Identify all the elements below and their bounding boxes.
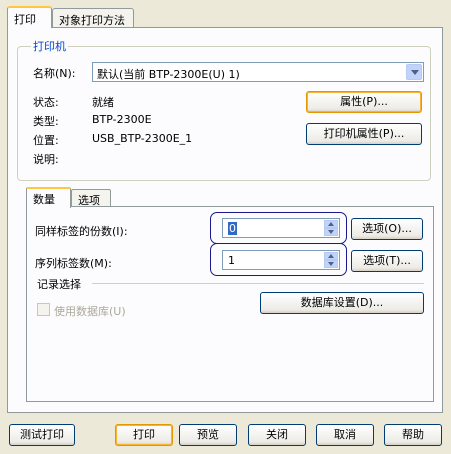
properties-button[interactable]: 属性(P)... bbox=[306, 91, 422, 113]
comment-label: 说明: bbox=[33, 153, 59, 166]
help-button[interactable]: 帮助 bbox=[384, 424, 442, 446]
preview-button[interactable]: 预览 bbox=[179, 424, 237, 446]
name-label: 名称(N): bbox=[33, 67, 76, 80]
spin-down-icon[interactable] bbox=[324, 260, 338, 268]
copies-value[interactable]: 0 bbox=[228, 222, 237, 235]
status-value: 就绪 bbox=[92, 96, 114, 109]
print-button[interactable]: 打印 bbox=[115, 424, 173, 446]
use-database-label: 使用数据库(U) bbox=[54, 305, 126, 318]
chevron-down-icon[interactable] bbox=[406, 64, 422, 80]
use-database-checkbox[interactable] bbox=[37, 303, 50, 316]
tab-quantity[interactable]: 数量 bbox=[26, 187, 71, 208]
copies-stepper[interactable]: 0 bbox=[222, 218, 340, 238]
tab-object-print-method[interactable]: 对象打印方法 bbox=[52, 8, 134, 28]
serial-stepper[interactable]: 1 bbox=[222, 250, 340, 270]
printer-group-title: 打印机 bbox=[31, 38, 68, 54]
printer-name-value: 默认(当前 BTP-2300E(U) 1) bbox=[97, 68, 240, 81]
serial-label: 序列标签数(M): bbox=[35, 257, 112, 270]
tab-print[interactable]: 打印 bbox=[7, 6, 52, 28]
test-print-button[interactable]: 测试打印 bbox=[9, 424, 75, 446]
printer-name-combo[interactable]: 默认(当前 BTP-2300E(U) 1) bbox=[92, 62, 424, 82]
record-selection-title: 记录选择 bbox=[37, 278, 81, 291]
type-value: BTP-2300E bbox=[92, 113, 152, 126]
spin-down-icon[interactable] bbox=[324, 228, 338, 236]
tab-options[interactable]: 选项 bbox=[71, 189, 111, 207]
type-label: 类型: bbox=[33, 115, 59, 128]
printer-properties-button[interactable]: 打印机属性(P)... bbox=[306, 123, 422, 145]
spin-up-icon[interactable] bbox=[324, 252, 338, 260]
spin-up-icon[interactable] bbox=[324, 220, 338, 228]
location-value: USB_BTP-2300E_1 bbox=[92, 132, 193, 145]
serial-options-button[interactable]: 选项(T)... bbox=[351, 250, 423, 272]
record-divider bbox=[92, 283, 424, 284]
status-label: 状态: bbox=[33, 96, 59, 109]
database-settings-button[interactable]: 数据库设置(D)... bbox=[260, 292, 424, 314]
close-button[interactable]: 关闭 bbox=[248, 424, 306, 446]
copies-options-button[interactable]: 选项(O)... bbox=[351, 218, 423, 240]
location-label: 位置: bbox=[33, 134, 59, 147]
copies-label: 同样标签的份数(I): bbox=[35, 225, 128, 238]
cancel-button[interactable]: 取消 bbox=[316, 424, 374, 446]
serial-value[interactable]: 1 bbox=[228, 254, 235, 267]
